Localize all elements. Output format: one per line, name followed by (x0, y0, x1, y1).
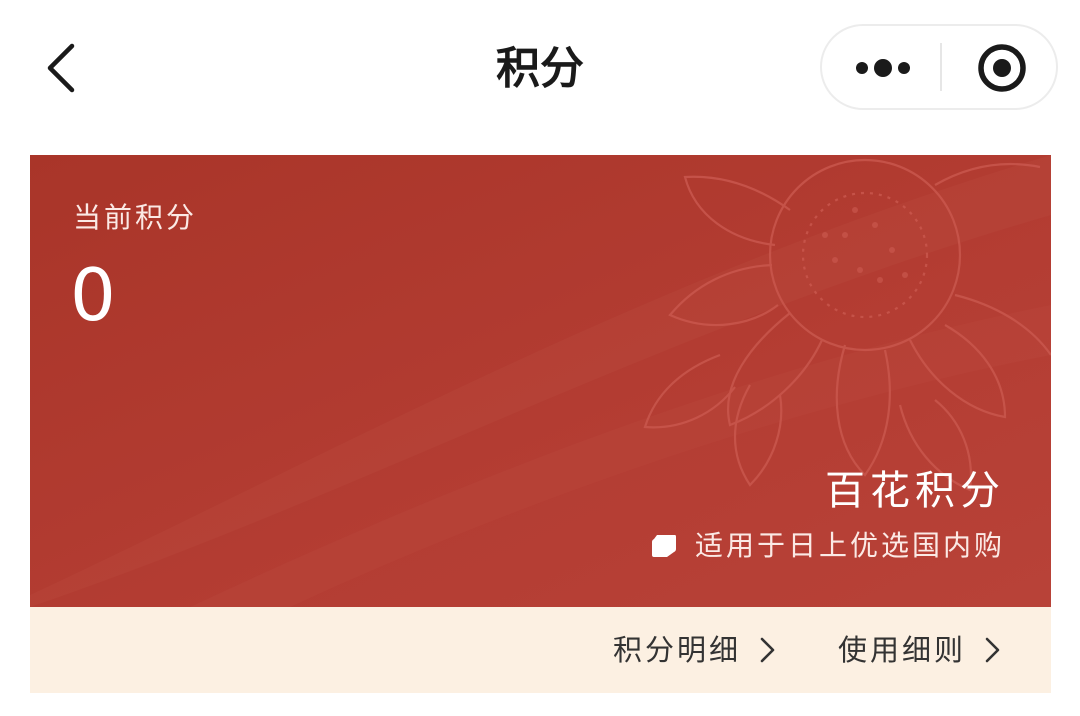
points-brand-name: 百花积分 (825, 468, 1005, 514)
current-points-value: 0 (70, 253, 116, 337)
chevron-right-icon (985, 637, 1000, 663)
points-links-bar: 积分明细 使用细则 (30, 607, 1051, 693)
points-scope: 适用于日上优选国内购 (651, 526, 1005, 566)
chevron-left-icon (47, 43, 75, 93)
usage-rules-label: 使用细则 (838, 633, 967, 667)
chevron-right-icon (760, 637, 775, 663)
target-circle-icon (978, 44, 1026, 92)
back-button[interactable] (38, 40, 88, 96)
close-mini-program-button[interactable] (942, 26, 1056, 108)
navigation-bar: 积分 (0, 0, 1080, 140)
more-button[interactable] (822, 26, 940, 108)
more-dots-icon (856, 59, 910, 77)
points-details-link[interactable]: 积分明细 (613, 607, 777, 693)
points-scope-text: 适用于日上优选国内购 (694, 529, 1005, 562)
points-page: 积分 当前积分 0 百花积分 适用于日上优选国内购 积分明细 使用细则 (0, 0, 1080, 716)
usage-rules-link[interactable]: 使用细则 (838, 607, 1002, 693)
tag-shape-icon (651, 535, 676, 557)
points-card: 当前积分 0 百花积分 适用于日上优选国内购 (30, 155, 1051, 607)
points-details-label: 积分明细 (613, 633, 742, 667)
mini-program-capsule (820, 24, 1058, 110)
current-points-label: 当前积分 (73, 201, 198, 234)
